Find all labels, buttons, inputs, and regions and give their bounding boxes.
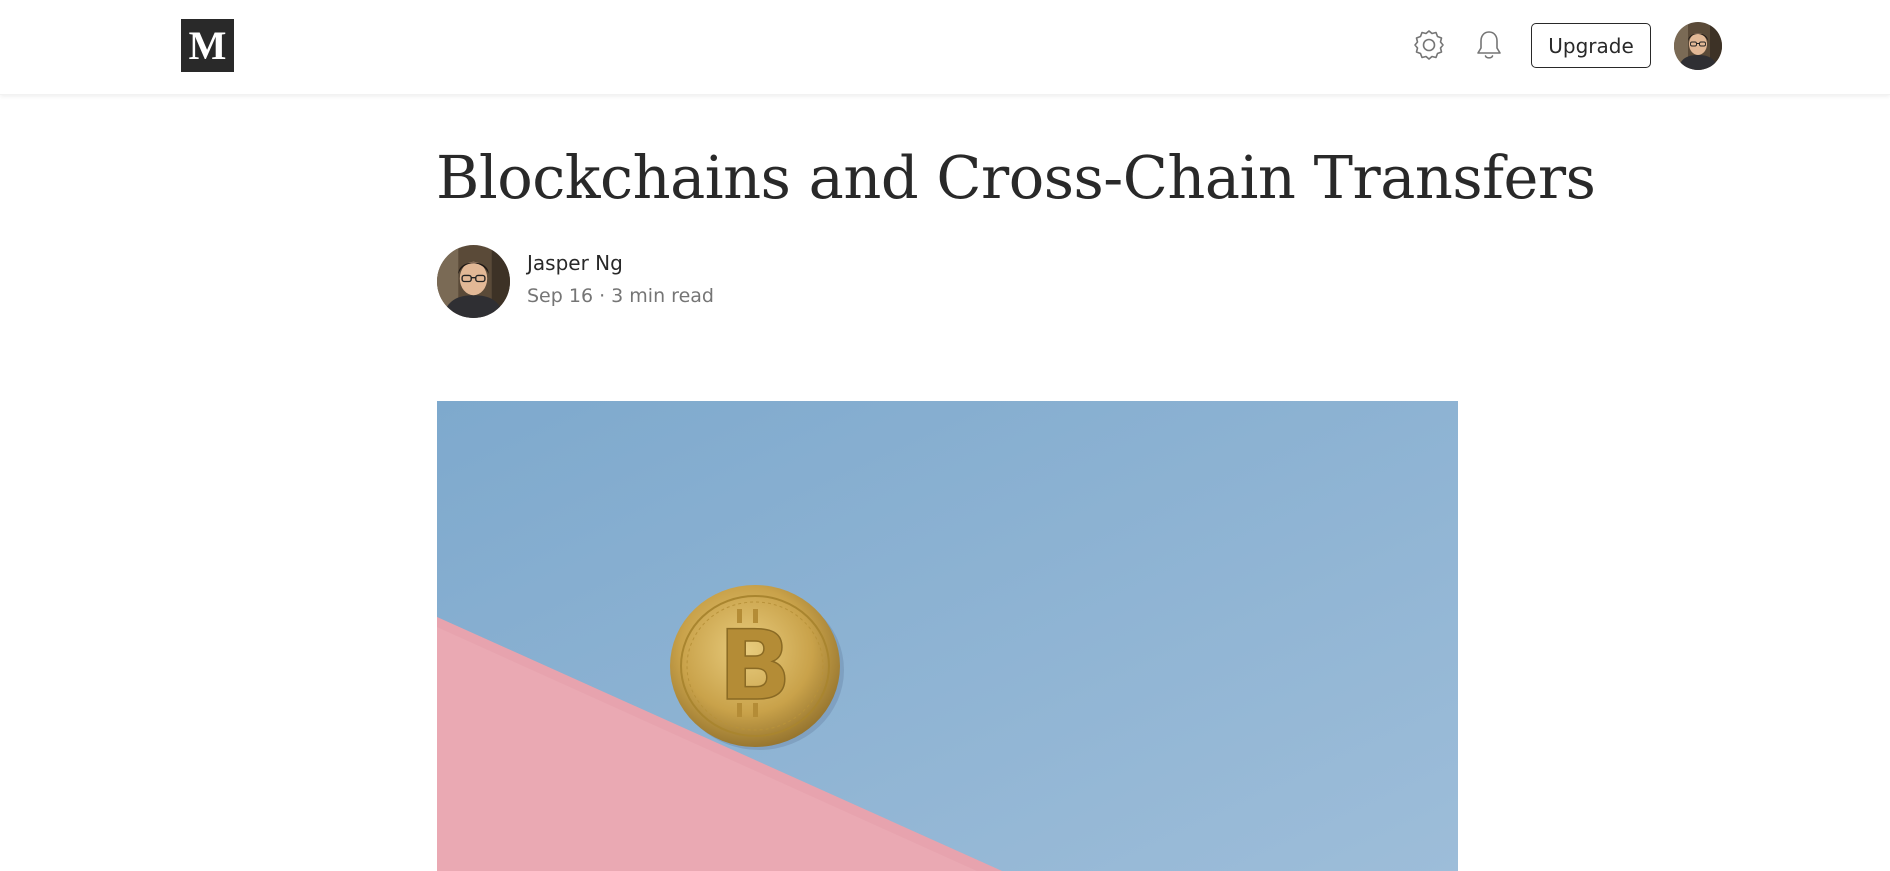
bell-icon[interactable] bbox=[1471, 27, 1507, 63]
top-nav-bar: M Upgrade bbox=[0, 0, 1890, 95]
article-meta: Sep 16 · 3 min read bbox=[527, 285, 714, 307]
medium-logo[interactable]: M bbox=[181, 19, 234, 72]
publish-date: Sep 16 bbox=[527, 285, 594, 307]
meta-separator: · bbox=[599, 285, 606, 307]
author-name[interactable]: Jasper Ng bbox=[527, 251, 623, 275]
read-time: 3 min read bbox=[611, 285, 714, 307]
article-title: Blockchains and Cross-Chain Transfers bbox=[436, 143, 1596, 212]
gear-icon[interactable] bbox=[1411, 27, 1447, 63]
author-avatar[interactable] bbox=[437, 245, 510, 318]
user-avatar[interactable] bbox=[1674, 22, 1722, 70]
hero-image: B bbox=[437, 401, 1458, 871]
upgrade-button[interactable]: Upgrade bbox=[1531, 23, 1651, 68]
